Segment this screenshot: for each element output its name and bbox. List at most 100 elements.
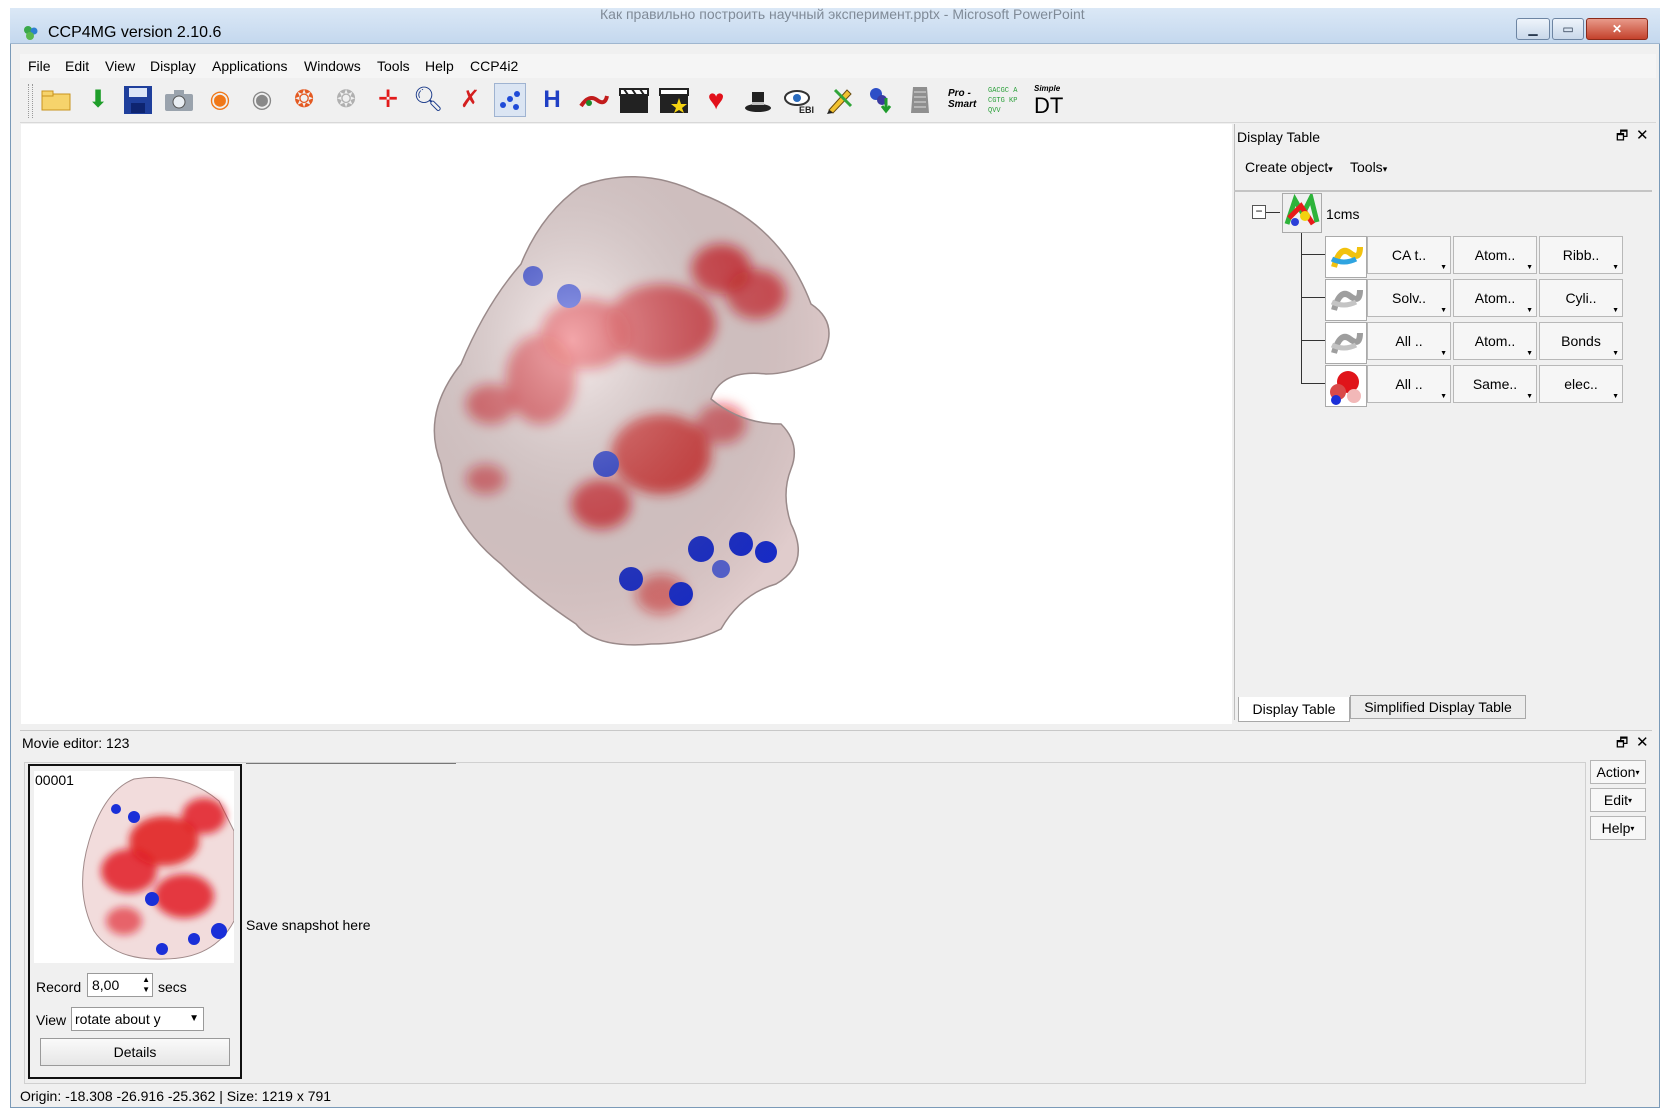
toolbar-grip[interactable] [28,84,33,118]
close-panel-icon[interactable]: ✕ [1636,126,1649,144]
tab-display-table[interactable]: Display Table [1238,697,1350,722]
chevron-down-icon: ▾ [1630,823,1635,833]
cell-label: CA t.. [1391,247,1427,263]
tree-connector [1301,297,1325,298]
tree-connector [1301,233,1302,383]
zoom-search-icon[interactable]: 🔍︎ [412,83,444,117]
eye-grey-icon[interactable]: ◉ [246,83,278,117]
tree-connector [1266,212,1280,213]
record-duration-value: 8,00 [92,977,120,993]
menu-windows[interactable]: Windows [304,58,361,74]
menu-tools[interactable]: Tools [377,58,410,74]
sequence-viewer-button[interactable]: GACGC ACGTG KPQVV [988,86,1018,116]
eye-color-icon[interactable]: ❂ [288,83,320,117]
cell-label: Same.. [1472,376,1518,392]
ebi-eye-icon[interactable]: EBI [783,83,815,117]
menu-applications[interactable]: Applications [212,58,288,74]
colour-button[interactable]: Same.. ▼ [1453,365,1537,403]
colour-button[interactable]: Atom.. ▼ [1453,322,1537,360]
record-duration-spinbox[interactable]: 8,00 ▲ ▼ [87,973,153,997]
chevron-down-icon: ▼ [1440,307,1447,314]
heart-icon[interactable]: ♥ [700,83,732,117]
close-panel-icon[interactable]: ✕ [1636,733,1649,751]
create-object-menu[interactable]: Create object▾ [1245,159,1333,175]
undock-icon[interactable]: 🗗 [1616,734,1628,756]
pencil-icon[interactable] [824,83,856,117]
minimize-button[interactable]: ▁ [1516,18,1550,40]
edit-label: Edit [1603,792,1629,808]
chevron-down-icon: ▼ [1526,350,1533,357]
collapse-toggle[interactable]: − [1252,205,1266,219]
view-motion-value: rotate about y [75,1011,161,1027]
action-menu-button[interactable]: Action ▾ [1590,760,1646,784]
cell-label: elec.. [1564,376,1598,392]
clapper-icon[interactable] [618,83,650,117]
save-icon[interactable] [122,83,154,117]
measure-icon[interactable]: H [536,83,568,117]
wizard-hat-icon[interactable] [742,83,774,117]
selection-button[interactable]: All .. ▼ [1367,365,1451,403]
ribbon-grey-icon[interactable] [1325,279,1367,321]
protein-surface-image [433,175,830,646]
cell-label: Ribb.. [1562,247,1600,263]
style-button[interactable]: elec.. ▼ [1539,365,1623,403]
maximize-button[interactable]: ▭ [1552,18,1584,40]
tab-simplified-display-table[interactable]: Simplified Display Table [1350,695,1526,719]
style-button[interactable]: Bonds ▼ [1539,322,1623,360]
dragon-icon[interactable] [578,83,610,117]
record-label: Record [36,979,82,995]
open-folder-icon[interactable] [40,83,72,117]
tools-menu[interactable]: Tools▾ [1350,159,1387,175]
help-menu-button[interactable]: Help ▾ [1590,816,1646,840]
molecule-thumbnail-icon[interactable] [1282,190,1322,233]
create-object-label: Create object [1245,159,1329,175]
document-icon[interactable] [904,83,936,117]
menu-ccp4i2[interactable]: CCP4i2 [470,58,518,74]
no-atoms-icon[interactable]: ✗ [454,83,486,117]
details-button[interactable]: Details [40,1038,230,1066]
surface-electrostatic-icon[interactable] [1325,365,1367,407]
ribbon-grey-icon[interactable] [1325,322,1367,364]
save-snapshot-target[interactable]: Save snapshot here [246,917,371,933]
selection-button[interactable]: Solv.. ▼ [1367,279,1451,317]
menu-file[interactable]: File [28,58,51,74]
colour-button[interactable]: Atom.. ▼ [1453,236,1537,274]
molecule-viewport[interactable] [21,124,1232,724]
eye-dim-icon[interactable]: ❂ [330,83,362,117]
eye-orange-icon[interactable]: ◉ [204,83,236,117]
simple-dt-caption: Simple [1034,84,1061,93]
camera-icon[interactable] [163,83,195,117]
chevron-down-icon: ▾ [1635,767,1640,777]
selection-button[interactable]: All .. ▼ [1367,322,1451,360]
spin-arrows-icon[interactable]: ▲ ▼ [142,975,150,995]
undock-icon[interactable]: 🗗 [1616,127,1628,149]
chevron-down-icon: ▼ [1612,350,1619,357]
simple-display-table-button[interactable]: DT [1034,93,1063,119]
style-button[interactable]: Ribb.. ▼ [1539,236,1623,274]
frame-thumbnail-image [82,776,235,960]
menu-display[interactable]: Display [150,58,196,74]
menu-view[interactable]: View [105,58,135,74]
cell-label: All .. [1395,333,1423,349]
centre-cross-icon[interactable]: ✛ [372,83,404,117]
view-motion-select[interactable]: rotate about y ▼ [71,1007,204,1031]
pro-smart-button[interactable]: Pro - Smart [948,88,982,110]
chevron-down-icon: ▼ [189,1013,199,1024]
cell-label: All .. [1395,376,1423,392]
ccp4mg-logo-icon [24,26,38,40]
menu-help[interactable]: Help [425,58,454,74]
edit-menu-button[interactable]: Edit ▾ [1590,788,1646,812]
select-points-icon[interactable] [494,83,526,117]
colour-button[interactable]: Atom.. ▼ [1453,279,1537,317]
chevron-down-icon: ▾ [1382,164,1388,174]
close-window-button[interactable]: ✕ [1586,18,1648,40]
selection-button[interactable]: CA t.. ▼ [1367,236,1451,274]
menu-edit[interactable]: Edit [65,58,89,74]
ribbon-colored-icon[interactable] [1325,236,1367,278]
download-molecule-icon[interactable] [864,83,896,117]
download-icon[interactable]: ⬇ [82,83,114,117]
style-button[interactable]: Cyli.. ▼ [1539,279,1623,317]
molecule-name[interactable]: 1cms [1326,206,1359,222]
clapper-star-icon[interactable] [658,83,690,117]
cell-label: Atom.. [1474,333,1516,349]
